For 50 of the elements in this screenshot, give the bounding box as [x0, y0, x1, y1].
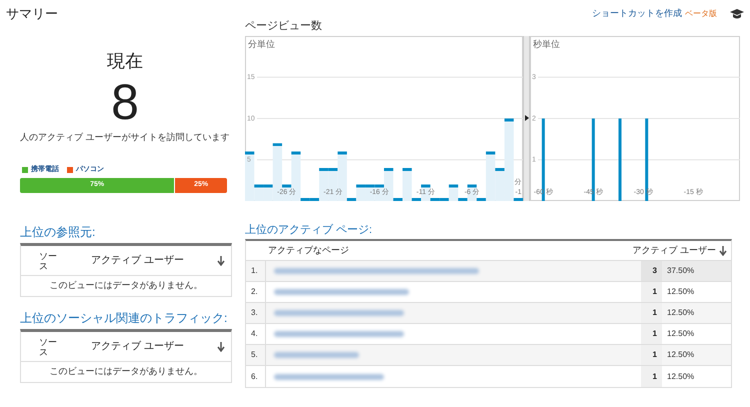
column-header: ソース: [39, 336, 58, 356]
user-count: 1: [641, 282, 662, 302]
active-users-caption: 人のアクティブ ユーザーがサイトを訪問しています: [20, 131, 230, 144]
beta-label: ベータ版: [685, 8, 717, 20]
section-title: 上位のソーシャル関連のトラフィック:: [20, 310, 228, 327]
column-header: アクティブなページ: [268, 244, 350, 257]
sort-arrow-icon: [217, 342, 225, 352]
user-share: 12.50%: [666, 307, 696, 319]
empty-message: このビューにはデータがありません。: [50, 365, 202, 378]
column-header: ソース: [39, 250, 58, 270]
blurred-page-link[interactable]: [274, 268, 479, 274]
row-number: 5.: [246, 345, 266, 365]
chart-subtitle: 秒単位: [533, 38, 560, 50]
user-share: 12.50%: [666, 328, 696, 340]
user-share: 37.50%: [662, 261, 731, 281]
section-title: 上位のアクティブ ページ:: [245, 222, 374, 238]
row-number: 6.: [246, 366, 266, 387]
chevron-right-icon: [524, 115, 528, 121]
user-count: 3: [641, 261, 662, 281]
chart-splitter[interactable]: [523, 36, 530, 200]
user-count: 1: [641, 366, 662, 387]
section-title: 上位の参照元:: [20, 224, 96, 241]
now-heading: 現在: [107, 50, 143, 73]
empty-message: このビューにはデータがありません。: [50, 279, 202, 292]
blurred-page-link[interactable]: [274, 289, 409, 295]
row-number: 2.: [246, 282, 266, 302]
sort-arrow-icon: [217, 256, 225, 266]
user-count: 1: [641, 303, 662, 323]
blurred-page-link[interactable]: [274, 352, 359, 358]
active-user-count: 8: [111, 75, 139, 129]
blurred-page-link[interactable]: [274, 310, 404, 316]
blurred-page-link[interactable]: [274, 331, 404, 337]
row-number: 3.: [246, 303, 266, 323]
chart-title: ページビュー数: [245, 19, 323, 34]
column-header: アクティブ ユーザー: [632, 244, 716, 257]
row-number: 4.: [246, 324, 266, 344]
user-count: 1: [641, 345, 662, 365]
user-share: 12.50%: [666, 349, 696, 361]
graduation-cap-icon[interactable]: [730, 8, 744, 19]
column-header: アクティブ ユーザー: [91, 254, 185, 268]
user-share: 12.50%: [666, 286, 696, 298]
row-number: 1.: [246, 261, 266, 281]
sort-arrow-icon: [719, 246, 727, 256]
page-title: サマリー: [6, 5, 58, 23]
user-count: 1: [641, 324, 662, 344]
shortcut-link[interactable]: ショートカットを作成: [592, 7, 682, 20]
chart-subtitle: 分単位: [248, 38, 275, 50]
blurred-page-link[interactable]: [274, 374, 384, 380]
column-header: アクティブ ユーザー: [91, 340, 185, 354]
user-share: 12.50%: [666, 370, 696, 382]
